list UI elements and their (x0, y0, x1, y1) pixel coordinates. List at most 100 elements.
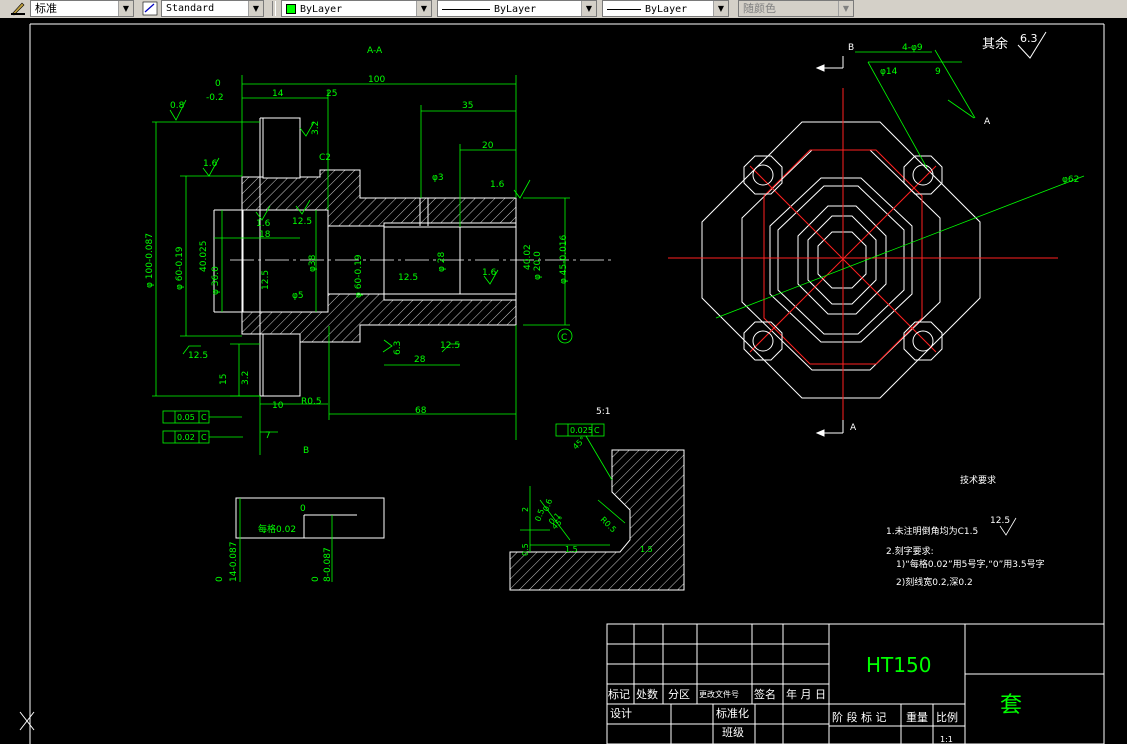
lineweight-select[interactable]: ByLayer ▼ (602, 0, 729, 17)
dim-10: 10 (272, 401, 284, 411)
dim-c2: C2 (319, 153, 331, 163)
properties-toolbar: 标准 ▼ Standard ▼ ByLayer ▼ ByLayer ▼ ByLayer ▼… (0, 0, 1127, 19)
dim-40025: 40.025 (199, 241, 209, 273)
roughness-125d: 12.5 (292, 217, 312, 227)
dim-phi5: φ5 (292, 291, 304, 301)
plate-zero-left: 0 (215, 576, 225, 582)
dim-phi36: φ 36.0 (211, 266, 221, 295)
dim-28: 28 (414, 355, 426, 365)
roughness-32a: 3.2 (311, 121, 321, 135)
detail-05a: 0.5 (521, 543, 530, 556)
detail-15a: 1.5 (565, 545, 578, 554)
dim-14: 14 (272, 89, 284, 99)
fcf-datum-2: C (201, 433, 207, 442)
drawing-canvas[interactable]: A-A 100 14 25 35 20 68 28 18 7 10 0 -0.2… (0, 18, 1127, 744)
dim-r05: R0.5 (301, 397, 322, 407)
tb-sheji: 设计 (610, 707, 632, 720)
dim-phi60-mid: φ 60-0.19 (354, 254, 364, 298)
view-label-a2: A (984, 117, 991, 127)
text-style-value: 标准 (35, 2, 57, 15)
datum-c-label: C (561, 333, 567, 343)
text-style-icon[interactable] (10, 1, 26, 16)
toolbar-separator (272, 1, 276, 16)
rest-value: 6.3 (1020, 32, 1038, 45)
roughness-63: 6.3 (393, 341, 403, 355)
plate-text: 每格0.02 (258, 523, 296, 535)
color-value: ByLayer (300, 4, 343, 15)
rest-label: 其余 (982, 36, 1008, 52)
tb-part-name: 套 (1000, 693, 1022, 718)
section-title: A-A (367, 46, 383, 56)
plate-zero: 0 (300, 504, 306, 514)
note-2b: 2)刻线宽0.2,深0.2 (896, 576, 973, 588)
color-select[interactable]: ByLayer ▼ (281, 0, 432, 17)
fcf-value-3: 0.025 (570, 426, 593, 435)
roughness-125c: 12.5 (440, 341, 460, 351)
notes-roughness: 12.5 (990, 516, 1010, 526)
dim-35: 35 (462, 101, 473, 111)
tb-banji: 班级 (722, 726, 744, 739)
view-label-a: A (850, 423, 857, 433)
roughness-16b: 1.6 (256, 219, 271, 229)
dim-style-value: Standard (166, 3, 215, 14)
plot-style-select: 随颜色 ▼ (738, 0, 854, 17)
dim-25: 25 (326, 89, 337, 99)
chevron-down-icon: ▼ (118, 1, 133, 16)
detail-scale: 5:1 (596, 407, 610, 417)
lineweight-value: ByLayer (645, 4, 688, 15)
dim-phi60-left: φ 60-0.19 (175, 246, 185, 290)
dim-7: 7 (265, 431, 271, 441)
linetype-value: ByLayer (494, 4, 537, 15)
text-style-select[interactable]: 标准 ▼ (30, 0, 134, 17)
view-label-b: B (848, 43, 854, 53)
fcf-value-1: 0.05 (177, 413, 195, 422)
dim-20: 20 (482, 141, 494, 151)
holes-spec: 4-φ9 (902, 43, 923, 53)
roughness-16c: 1.6 (490, 180, 505, 190)
detail-2: 2 (521, 507, 530, 512)
plot-style-value: 随颜色 (743, 2, 776, 15)
fcf-datum-1: C (201, 413, 207, 422)
tb-ratio-val: 1:1 (940, 735, 953, 744)
notes-title: 技术要求 (960, 474, 996, 486)
tb-fenqu: 分区 (668, 688, 690, 701)
fcf-value-2: 0.02 (177, 433, 195, 442)
tb-qianming: 签名 (754, 687, 776, 701)
dim-phi3: φ3 (432, 173, 444, 183)
section-label-b: B (303, 446, 309, 456)
roughness-125b: 12.5 (398, 273, 418, 283)
dim-phi38: φ38 (308, 254, 318, 272)
fcf-datum-3: C (594, 426, 600, 435)
dim-phi20: φ 20.0 (533, 251, 543, 280)
dim-phi45: φ 45-0.016 (559, 234, 569, 284)
roughness-125a: 12.5 (188, 351, 208, 361)
cbore-depth: 9 (935, 67, 941, 77)
dim-style-icon[interactable] (142, 1, 158, 16)
dim-15: 15 (219, 374, 229, 385)
tb-chushu: 处数 (636, 688, 658, 701)
plate-zero-right: 0 (311, 576, 321, 582)
tb-weight: 重量 (906, 710, 928, 724)
roughness-125e: 12.5 (261, 270, 271, 290)
dim-18: 18 (259, 230, 271, 240)
linetype-select[interactable]: ByLayer ▼ (437, 0, 597, 17)
lineweight-preview (607, 8, 641, 10)
tb-wenjian: 更改文件号 (699, 689, 739, 699)
chevron-down-icon: ▼ (838, 1, 853, 16)
note-1: 1.未注明倒角均为C1.5 (886, 525, 978, 537)
tb-ratio: 比例 (936, 710, 958, 724)
note-2a: 1)“每格0.02”用5号字,“0”用3.5号字 (896, 558, 1045, 570)
chevron-down-icon: ▼ (581, 1, 596, 16)
dim-4002: 40.02 (523, 244, 533, 270)
tb-biaoji: 标记 (608, 687, 630, 701)
dim-100: 100 (368, 75, 385, 85)
phi-circle: φ62 (1062, 175, 1079, 185)
tb-biaozhun: 标准化 (716, 706, 749, 720)
tol-zero: 0 (215, 79, 221, 89)
dim-phi28: φ 28 (437, 251, 447, 272)
tb-material: HT150 (866, 653, 931, 677)
dim-68: 68 (415, 406, 427, 416)
plate-dim-left: 14-0.087 (229, 542, 239, 582)
chevron-down-icon: ▼ (248, 1, 263, 16)
dim-style-select[interactable]: Standard ▼ (161, 0, 264, 17)
